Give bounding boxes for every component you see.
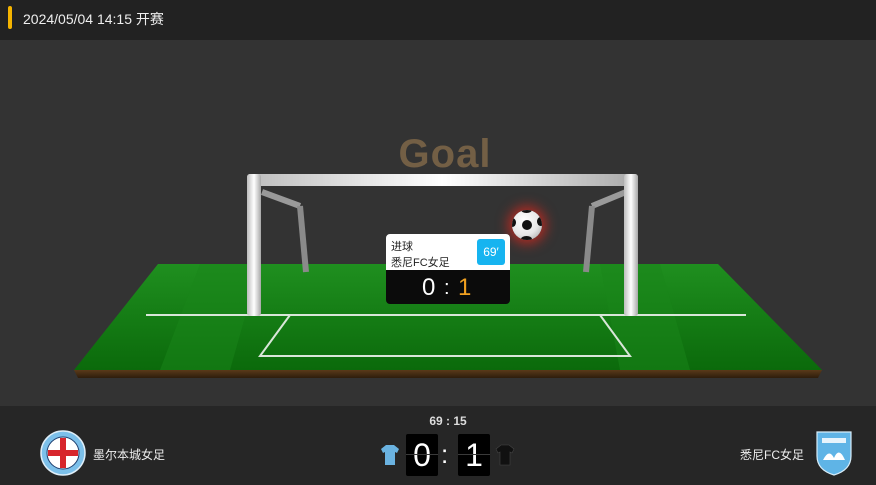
top-bar: 2024/05/04 14:15 开赛 — [0, 0, 876, 40]
match-clock: 69 : 15 — [429, 414, 467, 428]
event-score-separator: : — [444, 277, 450, 299]
event-minute-badge: 69′ — [477, 239, 505, 265]
event-score-away: 1 — [458, 274, 472, 301]
goal-right-post — [624, 174, 638, 316]
home-shirt-icon — [381, 445, 399, 465]
accent-marker — [8, 6, 12, 29]
match-animation-stage: Goal 进球 悉尼FC女足 69′ 0 : 1 — [0, 40, 876, 406]
away-team-logo-icon — [816, 431, 852, 476]
goal-event-title: Goal — [398, 132, 492, 176]
goal-left-post — [247, 174, 261, 316]
away-team-name: 悉尼FC女足 — [740, 448, 804, 462]
event-scoreline: 0 : 1 — [386, 270, 510, 304]
goal-event-card: 进球 悉尼FC女足 69′ 0 : 1 — [386, 234, 510, 304]
home-team-name: 墨尔本城女足 — [93, 448, 166, 462]
away-shirt-icon — [495, 444, 515, 466]
score-separator: : — [441, 439, 449, 469]
away-score: 1 — [458, 434, 490, 476]
match-datetime-status: 2024/05/04 14:15 开赛 — [23, 11, 164, 27]
event-type-label: 进球 — [391, 241, 413, 253]
home-score: 0 — [406, 434, 438, 476]
pitch-graphic — [74, 174, 822, 378]
soccer-ball-icon — [512, 210, 542, 240]
event-score-home: 0 — [422, 274, 436, 301]
event-team-label: 悉尼FC女足 — [391, 257, 450, 269]
pitch-soil-edge — [74, 370, 822, 378]
scoreboard-bar: 69 : 15 墨尔本城女足 0 : 1 悉尼FC女足 — [0, 406, 876, 485]
home-team-logo-icon — [40, 430, 86, 476]
